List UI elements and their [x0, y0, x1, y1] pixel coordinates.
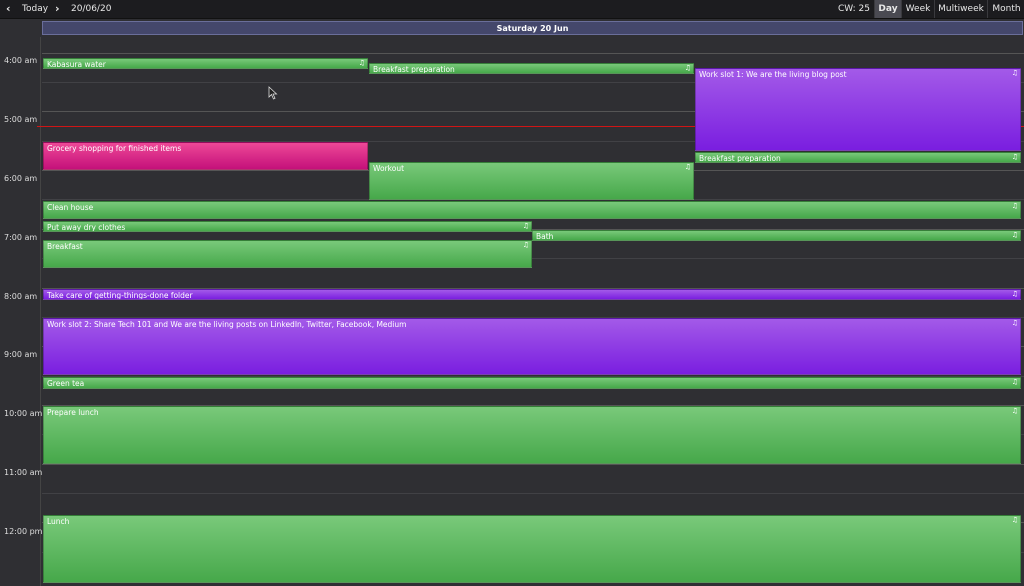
toolbar: ‹ Today › 20/06/20 CW: 25 Day Week Multi… — [0, 0, 1024, 19]
mouse-cursor-icon — [268, 86, 278, 100]
event-title: Breakfast preparation — [699, 154, 781, 163]
bell-icon: ♫ — [1011, 319, 1018, 327]
event-title: Take care of getting-things-done folder — [47, 291, 193, 300]
bell-icon: ♫ — [1011, 153, 1018, 161]
event-title: Lunch — [47, 517, 70, 526]
hour-label: 12:00 pm — [4, 527, 43, 536]
bell-icon: ♫ — [684, 163, 691, 171]
hour-label: 8:00 am — [4, 292, 38, 301]
event-title: Workout — [373, 164, 405, 173]
view-multiweek-button[interactable]: Multiweek — [934, 0, 987, 18]
event-title: Breakfast preparation — [373, 65, 455, 74]
chevron-right-icon[interactable]: › — [55, 0, 60, 18]
event-breakfast[interactable]: Breakfast ♫ — [43, 240, 532, 268]
event-kabasura-water[interactable]: Kabasura water ♫ — [43, 58, 368, 69]
half-hour-line — [42, 493, 1024, 494]
event-title: Clean house — [47, 203, 94, 212]
event-prepare-lunch[interactable]: Prepare lunch ♫ — [43, 406, 1021, 464]
bell-icon: ♫ — [522, 222, 529, 230]
chevron-left-icon[interactable]: ‹ — [6, 0, 11, 18]
hour-line — [42, 464, 1024, 465]
view-day-button[interactable]: Day — [874, 0, 901, 18]
event-grocery-shopping[interactable]: Grocery shopping for finished items — [43, 142, 368, 170]
hour-label: 9:00 am — [4, 350, 38, 359]
bell-icon: ♫ — [1011, 290, 1018, 298]
bell-icon: ♫ — [1011, 231, 1018, 239]
event-gtd-folder[interactable]: Take care of getting-things-done folder ♫ — [43, 289, 1021, 300]
view-month-button[interactable]: Month — [987, 0, 1024, 18]
event-lunch[interactable]: Lunch ♫ — [43, 515, 1021, 583]
event-title: Work slot 1: We are the living blog post — [699, 70, 847, 79]
hour-label: 10:00 am — [4, 409, 43, 418]
hour-label: 5:00 am — [4, 115, 38, 124]
event-title: Green tea — [47, 379, 85, 388]
hour-label: 6:00 am — [4, 174, 38, 183]
event-title: Work slot 2: Share Tech 101 and We are t… — [47, 320, 407, 329]
event-title: Bath — [536, 232, 554, 241]
event-title: Put away dry clothes — [47, 223, 126, 232]
bell-icon: ♫ — [522, 241, 529, 249]
hour-label: 7:00 am — [4, 233, 38, 242]
calendar-week: CW: 25 — [838, 4, 871, 14]
bell-icon: ♫ — [1011, 407, 1018, 415]
bell-icon: ♫ — [1011, 202, 1018, 210]
hour-label: 4:00 am — [4, 56, 38, 65]
event-workout[interactable]: Workout ♫ — [369, 162, 694, 200]
bell-icon: ♫ — [684, 64, 691, 72]
current-date: 20/06/20 — [71, 4, 112, 14]
bell-icon: ♫ — [1011, 378, 1018, 386]
event-work-slot-1[interactable]: Work slot 1: We are the living blog post… — [695, 68, 1021, 151]
event-green-tea[interactable]: Green tea ♫ — [43, 377, 1021, 389]
event-breakfast-preparation-2[interactable]: Breakfast preparation ♫ — [695, 152, 1021, 163]
today-button[interactable]: Today — [22, 0, 48, 18]
event-title: Grocery shopping for finished items — [47, 144, 182, 153]
event-work-slot-2[interactable]: Work slot 2: Share Tech 101 and We are t… — [43, 318, 1021, 375]
event-put-away-dry-clothes[interactable]: Put away dry clothes ♫ — [43, 221, 532, 232]
view-week-button[interactable]: Week — [901, 0, 934, 18]
hour-line — [42, 53, 1024, 54]
event-breakfast-preparation[interactable]: Breakfast preparation ♫ — [369, 63, 694, 74]
event-clean-house[interactable]: Clean house ♫ — [43, 201, 1021, 219]
bell-icon: ♫ — [1011, 516, 1018, 524]
hour-label: 11:00 am — [4, 468, 43, 477]
event-title: Breakfast — [47, 242, 83, 251]
event-bath[interactable]: Bath ♫ — [532, 230, 1021, 241]
event-title: Prepare lunch — [47, 408, 99, 417]
event-title: Kabasura water — [47, 60, 106, 69]
bell-icon: ♫ — [358, 59, 365, 67]
day-header[interactable]: Saturday 20 Jun — [42, 21, 1023, 35]
bell-icon: ♫ — [1011, 69, 1018, 77]
